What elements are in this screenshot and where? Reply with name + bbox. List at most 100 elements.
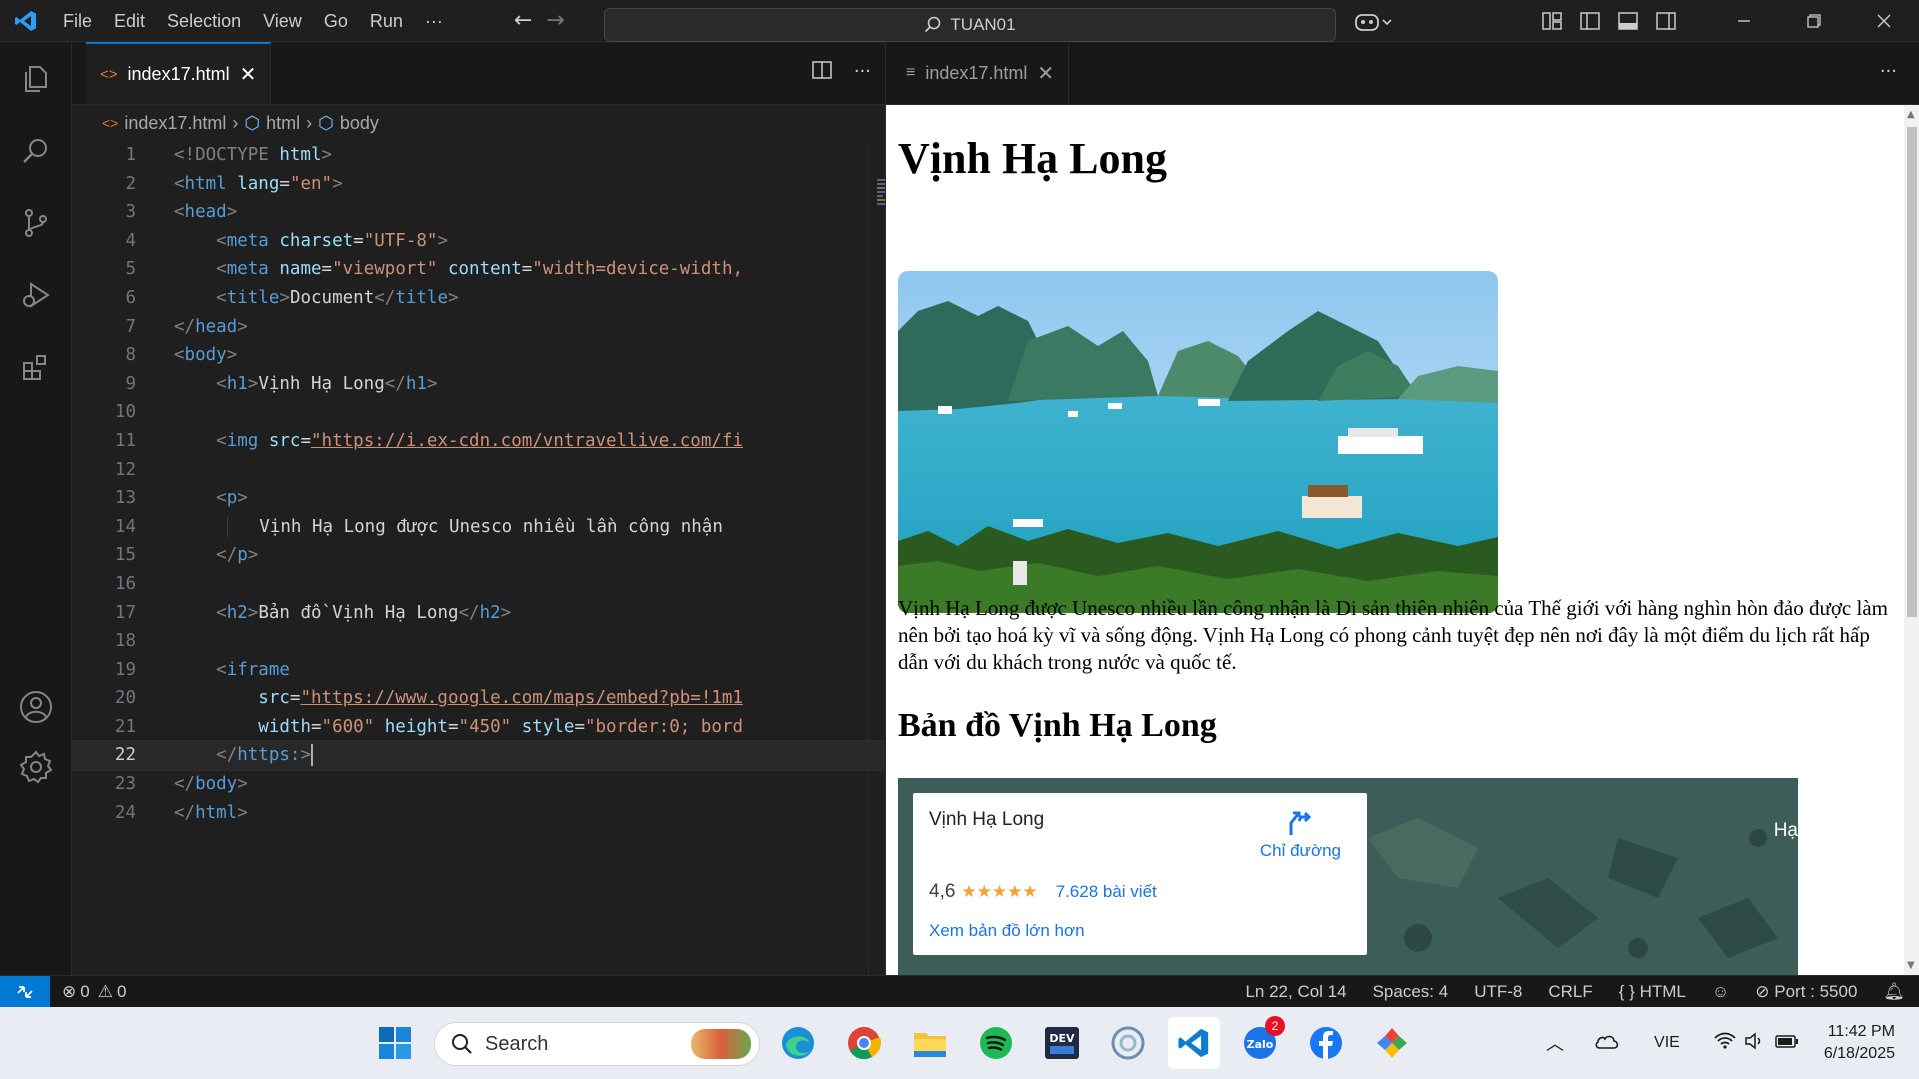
breadcrumb-file[interactable]: index17.html bbox=[124, 113, 226, 134]
preview-tab-bar: ≡ index17.html ✕ ··· bbox=[886, 42, 1919, 105]
copilot-status-icon[interactable]: ☺ bbox=[1712, 982, 1729, 1002]
line-content bbox=[136, 456, 776, 485]
menu-file[interactable]: File bbox=[52, 0, 103, 42]
remote-indicator-icon[interactable] bbox=[0, 975, 50, 1008]
extensions-icon[interactable] bbox=[0, 331, 72, 403]
forward-arrow-icon[interactable]: → bbox=[546, 8, 564, 33]
menu-go[interactable]: Go bbox=[313, 0, 359, 42]
encoding[interactable]: UTF-8 bbox=[1474, 982, 1522, 1002]
code-line: 12 bbox=[72, 456, 885, 485]
menu-view[interactable]: View bbox=[252, 0, 313, 42]
close-tab-icon[interactable]: ✕ bbox=[240, 62, 257, 87]
code-line: 15 </p> bbox=[72, 541, 885, 570]
element-icon: ⬡ bbox=[244, 112, 261, 133]
more-actions-icon[interactable]: ··· bbox=[854, 61, 871, 84]
restore-icon[interactable] bbox=[1779, 0, 1849, 42]
indentation[interactable]: Spaces: 4 bbox=[1373, 982, 1449, 1002]
command-center-search[interactable]: TUAN01 bbox=[604, 8, 1336, 42]
directions-button[interactable]: Chỉ đường bbox=[1260, 809, 1341, 861]
menu-bar: File Edit Selection View Go Run ··· bbox=[52, 0, 454, 42]
vscode-taskbar-icon[interactable] bbox=[1168, 1017, 1220, 1069]
breadcrumb-body[interactable]: body bbox=[340, 113, 379, 134]
preview-heading-2: Bản đồ Vịnh Hạ Long bbox=[898, 707, 1217, 744]
toggle-secondary-sidebar-icon[interactable] bbox=[1647, 0, 1685, 42]
map-edge-label: Hạ bbox=[1773, 820, 1798, 841]
preview-scrollbar[interactable]: ▲ ▼ bbox=[1904, 105, 1919, 975]
gemini-app-icon[interactable] bbox=[1371, 1022, 1413, 1064]
menu-selection[interactable]: Selection bbox=[156, 0, 252, 42]
more-actions-icon[interactable]: ··· bbox=[1880, 61, 1897, 82]
dev-home-icon[interactable]: DEV bbox=[1041, 1022, 1083, 1064]
code-editor[interactable]: 1 <!DOCTYPE html> 2 <html lang="en"> 3 <hea… bbox=[71, 141, 886, 827]
taskbar-search-label: Search bbox=[485, 1032, 549, 1055]
edge-browser-icon[interactable] bbox=[777, 1022, 819, 1064]
wifi-icon[interactable] bbox=[1714, 1032, 1736, 1055]
search-icon[interactable] bbox=[0, 115, 72, 187]
onedrive-cloud-icon[interactable] bbox=[1594, 1032, 1620, 1055]
copilot-app-icon[interactable] bbox=[1107, 1022, 1149, 1064]
code-line: 8 <body> bbox=[72, 341, 885, 370]
run-debug-icon[interactable] bbox=[0, 259, 72, 331]
language-mode[interactable]: { } HTML bbox=[1619, 982, 1686, 1002]
clock[interactable]: 11:42 PM 6/18/2025 bbox=[1824, 1021, 1895, 1065]
preview-heading-1: Vịnh Hạ Long bbox=[898, 134, 1167, 183]
live-server-port[interactable]: ⊘ Port : 5500 bbox=[1755, 982, 1857, 1002]
cursor-position[interactable]: Ln 22, Col 14 bbox=[1245, 982, 1346, 1002]
map-reviews-link[interactable]: 7.628 bài viết bbox=[1056, 882, 1157, 902]
windows-start-icon[interactable] bbox=[374, 1022, 416, 1064]
volume-icon[interactable] bbox=[1744, 1031, 1766, 1055]
minimize-icon[interactable] bbox=[1709, 0, 1779, 42]
source-control-icon[interactable] bbox=[0, 187, 72, 259]
directions-label: Chỉ đường bbox=[1259, 841, 1341, 860]
customize-layout-icon[interactable] bbox=[1533, 0, 1571, 42]
input-language[interactable]: VIE bbox=[1654, 1034, 1680, 1052]
map-place-card: Vịnh Hạ Long Chỉ đường 4,6 ★★★★★ 7.628 b… bbox=[913, 793, 1367, 955]
menu-more[interactable]: ··· bbox=[414, 0, 454, 42]
breadcrumb-html[interactable]: html bbox=[266, 113, 300, 134]
line-number: 4 bbox=[125, 230, 136, 251]
status-bar: ⊗ 0 ⚠ 0 Ln 22, Col 14 Spaces: 4 UTF-8 CR… bbox=[0, 975, 1919, 1008]
zalo-icon[interactable]: Zalo 2 bbox=[1239, 1016, 1285, 1064]
editor-actions: ··· bbox=[812, 61, 871, 84]
split-editor-icon[interactable] bbox=[812, 61, 832, 84]
notifications-bell-icon[interactable]: 🔔︎ bbox=[1883, 982, 1905, 1002]
tab-index17[interactable]: <> index17.html ✕ bbox=[86, 42, 272, 104]
line-ending[interactable]: CRLF bbox=[1548, 982, 1592, 1002]
settings-gear-icon[interactable] bbox=[0, 731, 72, 803]
line-number: 2 bbox=[125, 173, 136, 194]
preview-file-icon: ≡ bbox=[906, 64, 916, 81]
line-number: 17 bbox=[114, 602, 136, 623]
copilot-icon[interactable] bbox=[1354, 11, 1392, 38]
line-content bbox=[136, 627, 776, 656]
scroll-up-icon[interactable]: ▲ bbox=[1907, 109, 1915, 120]
code-line: 21 width="600" height="450" style="borde… bbox=[72, 713, 885, 742]
back-arrow-icon[interactable]: ← bbox=[514, 8, 532, 33]
preview-scroll-thumb[interactable] bbox=[1907, 127, 1917, 617]
line-number: 5 bbox=[125, 259, 136, 280]
explorer-icon[interactable] bbox=[0, 43, 72, 115]
toggle-panel-icon[interactable] bbox=[1609, 0, 1647, 42]
line-number: 15 bbox=[114, 545, 136, 566]
code-line: 19 <iframe bbox=[72, 656, 885, 685]
code-line: 4 <meta charset="UTF-8"> bbox=[72, 227, 885, 256]
menu-edit[interactable]: Edit bbox=[103, 0, 156, 42]
menu-run[interactable]: Run bbox=[359, 0, 414, 42]
file-explorer-icon[interactable] bbox=[909, 1022, 951, 1064]
problems-indicator[interactable]: ⊗ 0 ⚠ 0 bbox=[62, 982, 126, 1002]
chrome-icon[interactable] bbox=[843, 1022, 885, 1064]
status-right-items: Ln 22, Col 14 Spaces: 4 UTF-8 CRLF { } H… bbox=[1245, 976, 1905, 1008]
line-content: </p> bbox=[216, 545, 259, 566]
toggle-sidebar-icon[interactable] bbox=[1571, 0, 1609, 42]
view-larger-map-link[interactable]: Xem bản đồ lớn hơn bbox=[929, 921, 1085, 941]
spotify-icon[interactable] bbox=[975, 1022, 1017, 1064]
close-tab-icon[interactable]: ✕ bbox=[1037, 61, 1054, 86]
svg-text:Zalo: Zalo bbox=[1247, 1038, 1274, 1051]
tab-preview-index17[interactable]: ≡ index17.html ✕ bbox=[886, 42, 1070, 104]
scroll-down-icon[interactable]: ▼ bbox=[1907, 960, 1915, 971]
show-hidden-icons-icon[interactable]: ︿ bbox=[1546, 1030, 1564, 1056]
close-icon[interactable] bbox=[1849, 0, 1919, 42]
taskbar-search[interactable]: Search bbox=[434, 1022, 760, 1066]
battery-icon[interactable] bbox=[1774, 1032, 1800, 1055]
google-map-embed[interactable]: Vịnh Hạ Long Chỉ đường 4,6 ★★★★★ 7.628 b… bbox=[898, 778, 1798, 975]
facebook-icon[interactable] bbox=[1305, 1022, 1347, 1064]
